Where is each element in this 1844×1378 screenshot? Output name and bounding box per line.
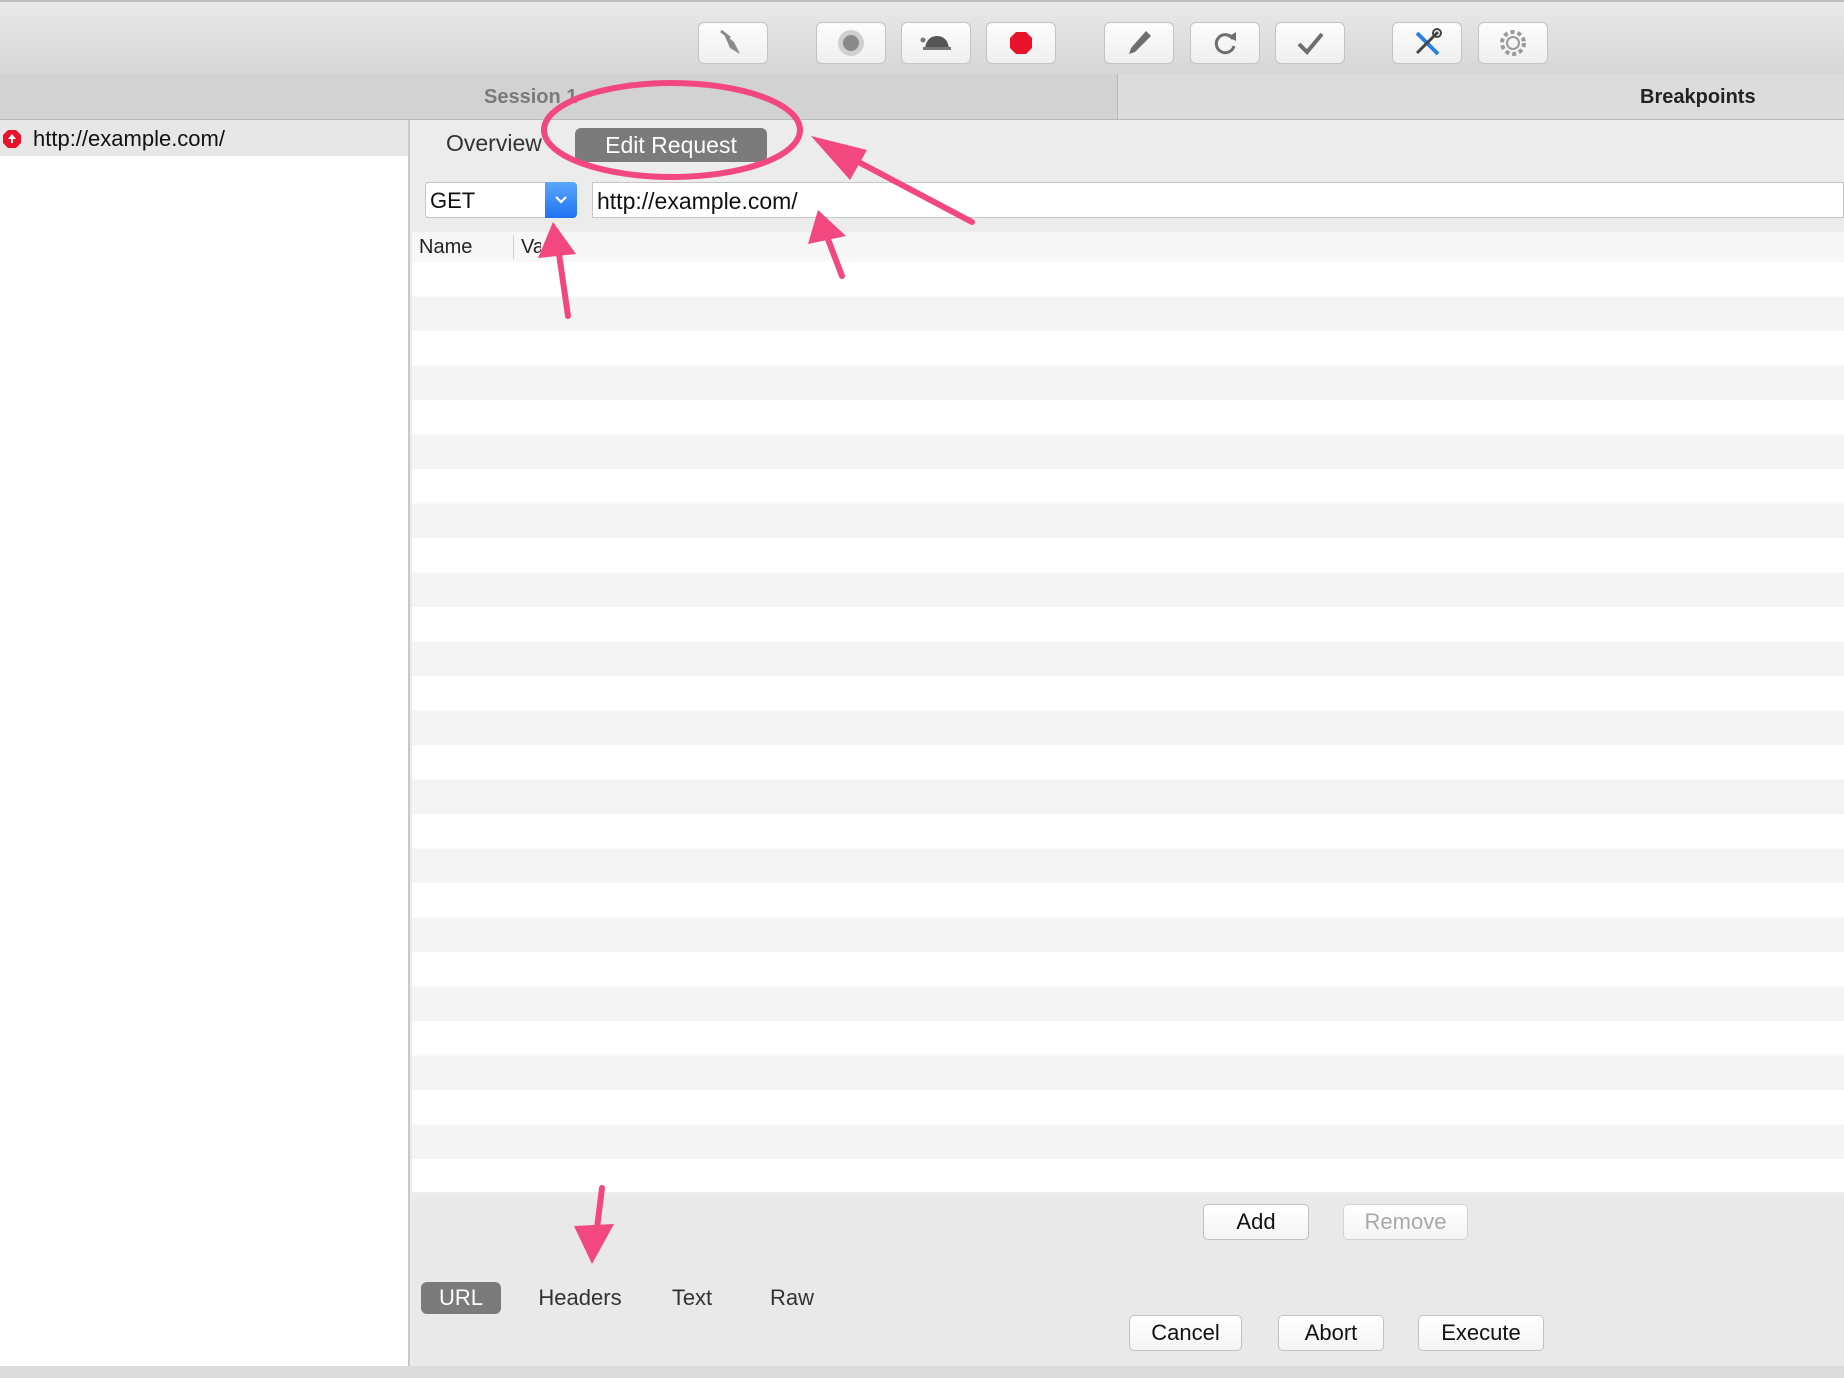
view-tab-headers[interactable]: Headers [538,1282,622,1314]
gear-icon [1500,30,1526,56]
request-list: http://example.com/ [0,120,410,1366]
column-divider[interactable] [513,235,514,259]
checkmark-icon [1297,32,1324,55]
list-item-label: http://example.com/ [33,126,225,151]
view-tab-raw[interactable]: Raw [762,1282,822,1314]
toolbar [0,0,1844,74]
view-tab-url[interactable]: URL [421,1282,501,1314]
repeat-button[interactable] [1190,22,1260,64]
edit-button[interactable] [1104,22,1174,64]
clear-button[interactable] [698,22,768,64]
session-title: Session 1 [484,86,578,108]
session-tab[interactable]: Session 1 [0,74,1118,120]
window-bottom-edge [0,1366,1844,1378]
request-editor: Overview Edit Request GET Name Va Add Re… [412,120,1844,1366]
broom-icon [720,29,740,54]
list-item[interactable]: http://example.com/ [0,120,408,156]
execute-button[interactable]: Execute [1418,1315,1544,1351]
method-select[interactable]: GET [425,182,577,218]
params-table: Name Va [412,232,1844,1192]
stop-icon [1010,32,1032,54]
pen-icon [1129,31,1151,54]
breakpoints-title: Breakpoints [1640,86,1756,108]
method-value: GET [430,188,476,213]
repeat-icon [1214,32,1236,55]
tools-icon [1415,28,1442,56]
record-icon [838,30,864,56]
tools-button[interactable] [1392,22,1462,64]
cancel-button[interactable]: Cancel [1129,1315,1242,1351]
throttle-button[interactable] [901,22,971,64]
abort-button[interactable]: Abort [1278,1315,1384,1351]
editor-footer: Add Remove URL Headers Text Raw Cancel A… [412,1198,1844,1366]
remove-button[interactable]: Remove [1343,1204,1468,1240]
validate-button[interactable] [1275,22,1345,64]
add-button[interactable]: Add [1203,1204,1309,1240]
chevron-down-icon[interactable] [545,182,577,218]
record-button[interactable] [816,22,886,64]
editor-tabs: Overview Edit Request [412,120,1844,168]
column-value-header[interactable]: Va [521,236,541,259]
url-input[interactable] [597,187,1797,215]
url-field[interactable] [592,182,1844,218]
breakpoints-header: Breakpoints [1118,74,1844,120]
table-header: Name Va [412,232,1844,263]
breakpoint-stop-icon [3,130,21,148]
tab-edit-request[interactable]: Edit Request [575,128,767,162]
column-name-header[interactable]: Name [419,236,472,259]
tab-overview[interactable]: Overview [446,130,542,157]
turtle-icon [920,36,951,50]
settings-button[interactable] [1478,22,1548,64]
table-body [412,262,1844,1162]
view-tab-text[interactable]: Text [660,1282,724,1314]
breakpoints-toggle-button[interactable] [986,22,1056,64]
